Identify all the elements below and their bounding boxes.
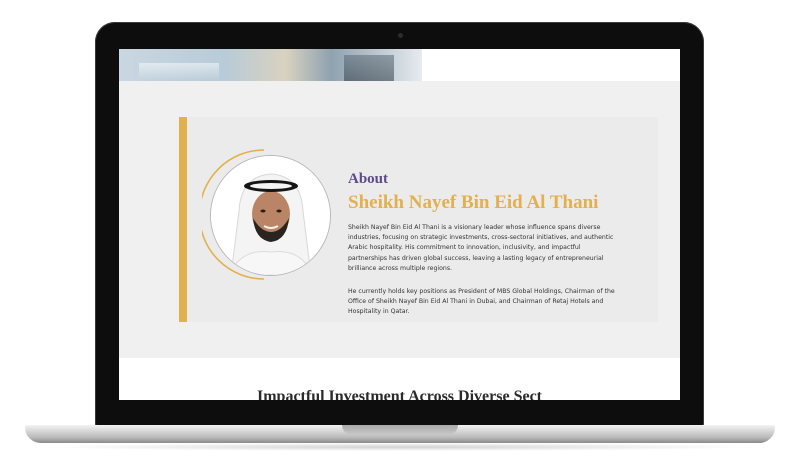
laptop-screen: About Sheikh Nayef Bin Eid Al Thani Shei…: [119, 49, 680, 400]
laptop-shadow: [40, 443, 760, 451]
next-section-heading: Impactful Investment Across Diverse Sect: [257, 388, 542, 400]
bio-paragraph-2: He currently holds key positions as Pres…: [348, 288, 615, 316]
portrait-photo: [210, 155, 331, 276]
person-name-heading: Sheikh Nayef Bin Eid Al Thani: [348, 192, 599, 213]
accent-bar: [179, 117, 187, 322]
portrait-frame: [202, 147, 337, 282]
person-portrait-icon: [211, 156, 330, 275]
about-section: About Sheikh Nayef Bin Eid Al Thani Shei…: [119, 81, 680, 358]
laptop-opening-notch: [342, 425, 458, 435]
bio-paragraph-1: Sheikh Nayef Bin Eid Al Thani is a visio…: [348, 224, 614, 272]
camera-icon: [398, 33, 403, 38]
hero-strip: [119, 49, 680, 81]
about-label: About: [348, 171, 389, 187]
hero-image: [119, 49, 422, 81]
